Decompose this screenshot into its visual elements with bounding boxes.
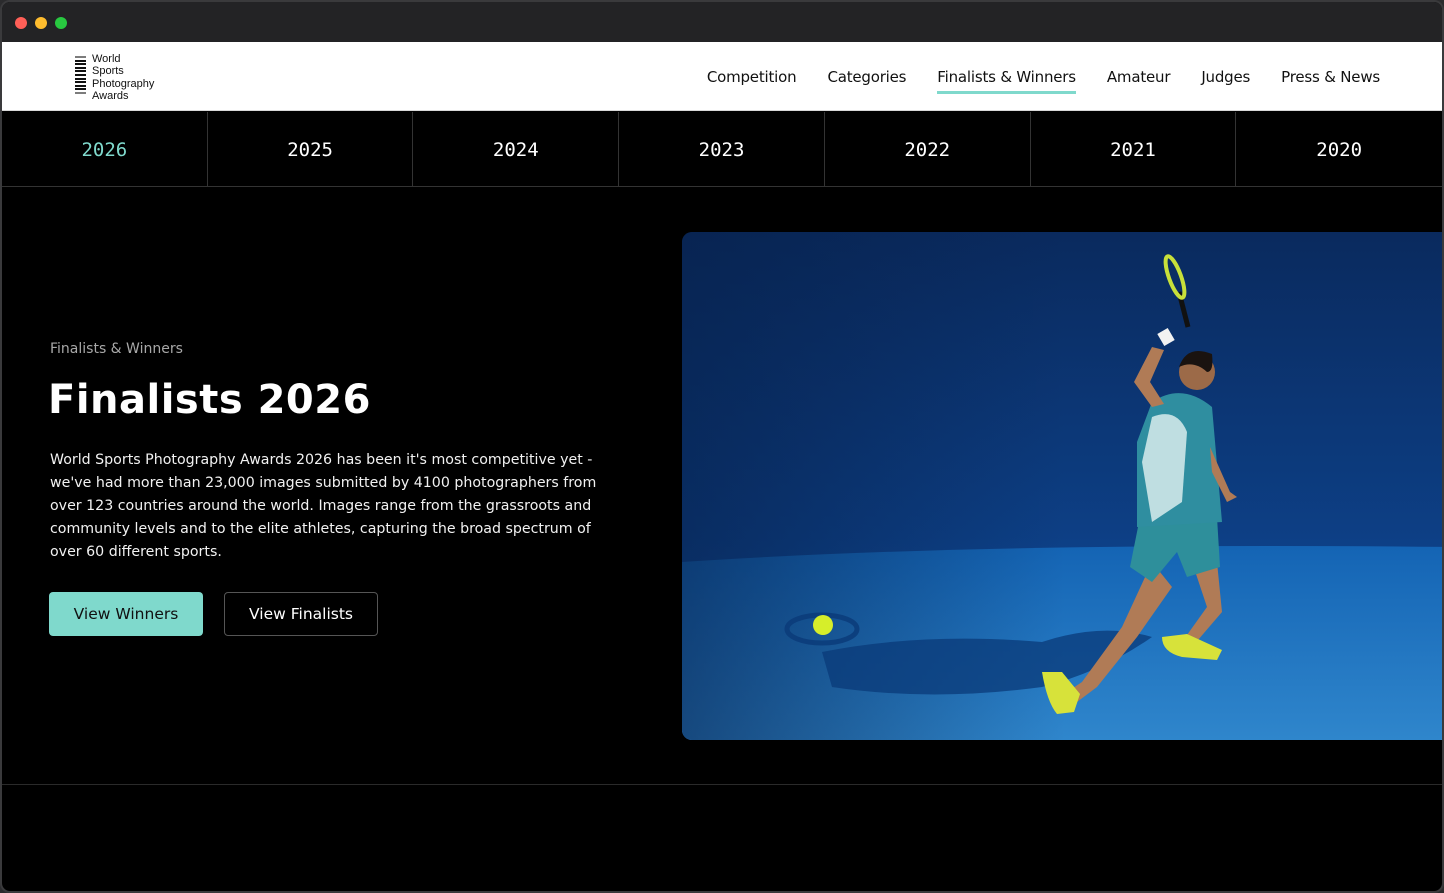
intro-paragraph: World Sports Photography Awards 2026 has… <box>50 452 597 560</box>
nav-categories[interactable]: Categories <box>827 64 906 90</box>
window-titlebar <box>2 2 1442 42</box>
nav-competition[interactable]: Competition <box>707 64 797 90</box>
main-nav: Competition Categories Finalists & Winne… <box>676 42 1380 111</box>
nav-amateur[interactable]: Amateur <box>1107 64 1171 90</box>
section-eyebrow: Finalists & Winners <box>50 341 183 357</box>
year-tab-2020[interactable]: 2020 <box>1236 112 1442 187</box>
nav-judges[interactable]: Judges <box>1201 64 1250 90</box>
logo-line: Sports <box>92 65 124 78</box>
year-tab-2024[interactable]: 2024 <box>413 112 620 187</box>
maximize-window-button[interactable] <box>55 17 67 29</box>
hero-photo-tennis-player <box>682 232 1442 740</box>
nav-finalists-winners[interactable]: Finalists & Winners <box>937 64 1076 94</box>
logo-line: Awards <box>92 90 129 103</box>
year-tab-2026[interactable]: 2026 <box>2 112 208 187</box>
minimize-window-button[interactable] <box>35 17 47 29</box>
logo-text: World Sports Photography Awards <box>92 53 154 103</box>
year-tab-2023[interactable]: 2023 <box>619 112 825 187</box>
hero-section: Finalists & Winners Finalists 2026 World… <box>2 187 1442 785</box>
view-finalists-button[interactable]: View Finalists <box>224 592 378 636</box>
year-tab-2021[interactable]: 2021 <box>1031 112 1237 187</box>
logo-line: Photography <box>92 77 155 90</box>
browser-window: World Sports Photography Awards Competit… <box>0 0 1444 893</box>
logo-bars-icon <box>75 56 86 96</box>
close-window-button[interactable] <box>15 17 27 29</box>
logo-line: World <box>92 53 121 65</box>
year-tabs: 2026 2025 2024 2023 2022 2021 2020 <box>2 112 1442 187</box>
view-winners-button[interactable]: View Winners <box>49 592 203 636</box>
site-header: World Sports Photography Awards Competit… <box>2 42 1442 111</box>
site-logo[interactable]: World Sports Photography Awards <box>75 53 175 103</box>
year-tab-2025[interactable]: 2025 <box>208 112 414 187</box>
year-tab-2022[interactable]: 2022 <box>825 112 1031 187</box>
nav-press-news[interactable]: Press & News <box>1281 64 1380 90</box>
page-title: Finalists 2026 <box>48 377 371 423</box>
